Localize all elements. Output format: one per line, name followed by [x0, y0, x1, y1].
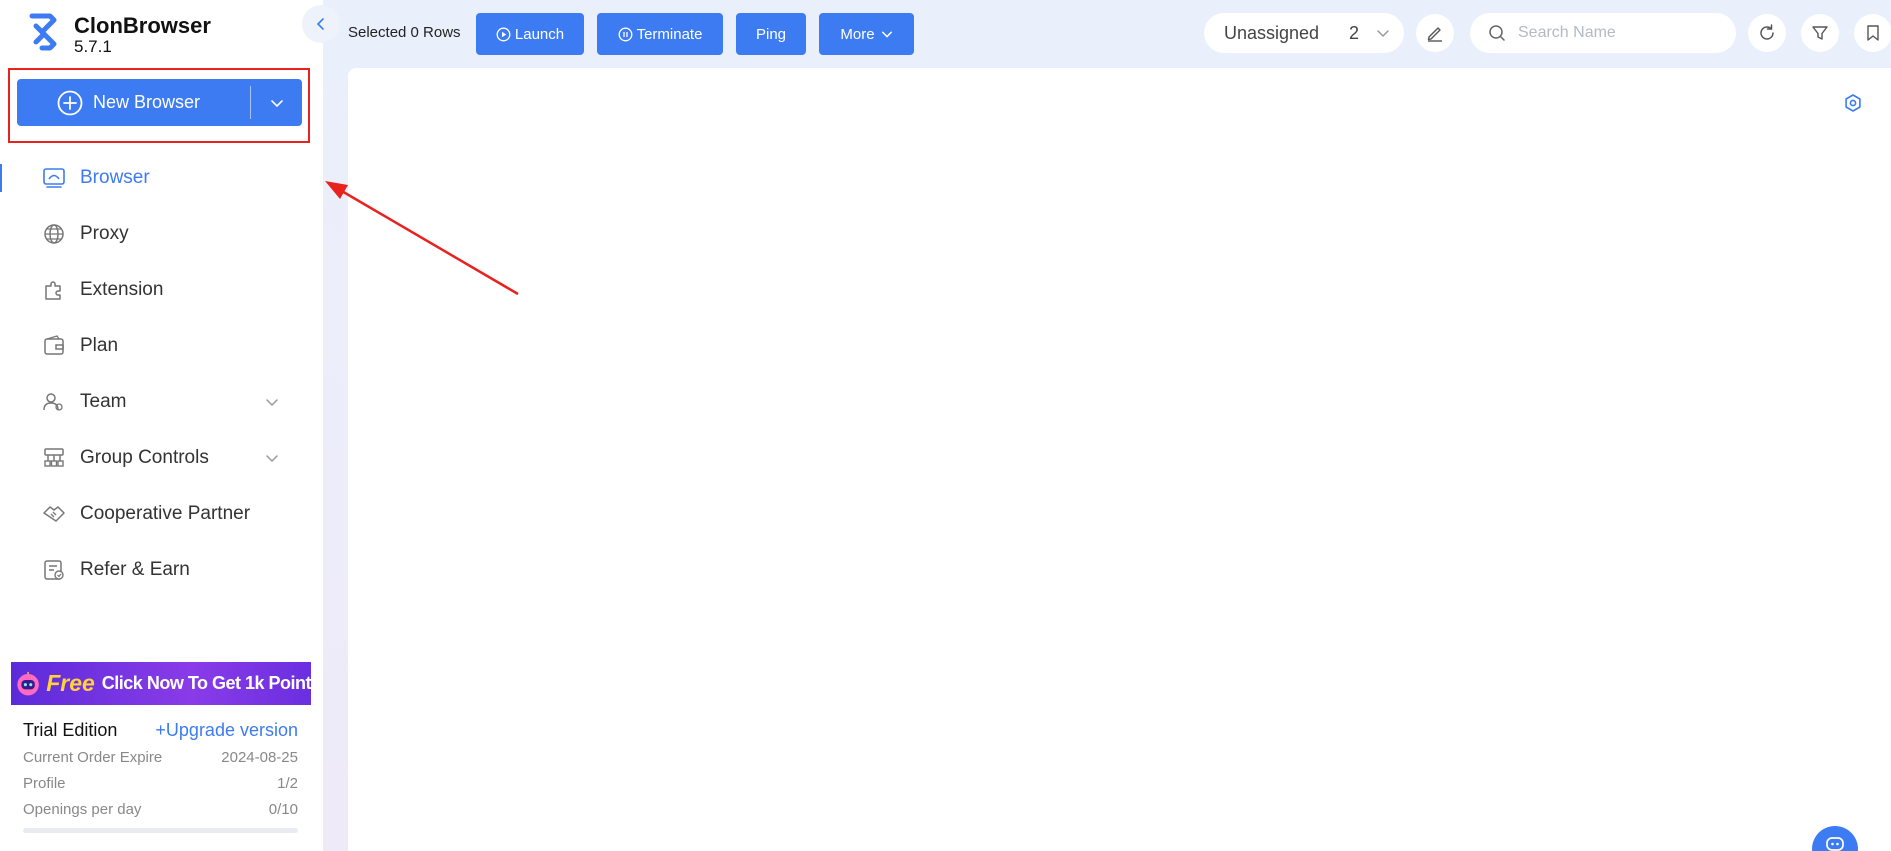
sidebar-item-label: Extension	[80, 279, 164, 300]
upgrade-version-link[interactable]: +Upgrade version	[155, 720, 298, 741]
plan-info-panel: Trial Edition +Upgrade version Current O…	[23, 720, 298, 833]
refer-earn-icon	[44, 560, 64, 580]
app-logo: ClonBrowser 5.7.1	[28, 12, 211, 56]
search-box	[1470, 13, 1736, 53]
sidebar-item-extension[interactable]: Extension	[0, 262, 323, 318]
sidebar-item-group-controls[interactable]: Group Controls	[0, 430, 323, 486]
selected-rows-count: Selected 0 Rows	[348, 24, 461, 41]
plan-wallet-icon	[44, 335, 64, 355]
plan-row-profile: Profile 1/2	[23, 774, 298, 793]
team-icon	[43, 393, 63, 411]
app-name: ClonBrowser	[74, 13, 211, 38]
sidebar-item-label: Proxy	[80, 223, 129, 244]
plus-circle-icon	[57, 90, 83, 115]
robot-mascot-icon	[17, 671, 39, 695]
new-browser-dropdown[interactable]	[251, 79, 302, 126]
terminate-label: Terminate	[636, 25, 703, 43]
plan-edition-title: Trial Edition	[23, 720, 118, 740]
plan-row-value: 0/10	[268, 801, 298, 818]
filter-icon	[1812, 26, 1828, 40]
sidebar-item-label: Group Controls	[80, 447, 209, 468]
promo-free-label: Free	[46, 670, 95, 696]
more-button[interactable]: More	[819, 13, 914, 55]
pause-circle-icon	[618, 27, 633, 41]
chevron-down-icon	[1377, 30, 1389, 38]
sidebar-item-label: Refer & Earn	[80, 559, 190, 580]
ping-button[interactable]: Ping	[736, 13, 806, 55]
collapse-sidebar-button[interactable]	[302, 5, 340, 43]
sidebar: ClonBrowser 5.7.1 New Browser Browser Pr…	[0, 0, 323, 851]
sidebar-item-browser[interactable]: Browser	[0, 150, 323, 206]
edit-group-button[interactable]	[1416, 14, 1454, 52]
group-select[interactable]: Unassigned 2	[1204, 13, 1404, 53]
sidebar-item-plan[interactable]: Plan	[0, 318, 323, 374]
new-browser-button[interactable]: New Browser	[17, 79, 302, 126]
plan-row-label: Current Order Expire	[23, 749, 163, 766]
search-name-input[interactable]	[1518, 24, 1718, 42]
plan-row-label: Profile	[23, 775, 66, 792]
more-label: More	[840, 25, 875, 43]
openings-progress-bar	[23, 828, 298, 833]
group-select-value: Unassigned	[1224, 22, 1320, 43]
search-icon	[1489, 25, 1505, 41]
chevron-down-icon	[266, 399, 278, 407]
chevron-left-icon	[316, 18, 324, 30]
toolbar: Selected 0 Rows Launch Terminate Ping Mo…	[323, 0, 1891, 66]
handshake-icon	[43, 506, 65, 522]
sidebar-item-refer-earn[interactable]: Refer & Earn	[0, 542, 323, 598]
plan-row-label: Openings per day	[23, 801, 142, 818]
chevron-down-icon	[270, 99, 283, 107]
browser-list-panel	[348, 68, 1891, 851]
app-version: 5.7.1	[74, 37, 112, 56]
filter-button[interactable]	[1801, 14, 1839, 52]
bookmark-button[interactable]	[1854, 14, 1891, 52]
sidebar-nav: Browser Proxy Extension Plan Team Group …	[0, 150, 323, 598]
new-browser-label: New Browser	[92, 92, 201, 112]
terminate-button[interactable]: Terminate	[597, 13, 723, 55]
plan-row-expire: Current Order Expire 2024-08-25	[23, 748, 298, 767]
plan-row-value: 2024-08-25	[221, 749, 298, 766]
chevron-down-icon	[266, 455, 278, 463]
clonbrowser-logo-icon	[29, 13, 57, 51]
column-settings-icon[interactable]	[1843, 93, 1863, 113]
sidebar-item-team[interactable]: Team	[0, 374, 323, 430]
sidebar-item-label: Cooperative Partner	[80, 503, 251, 524]
group-controls-icon	[44, 448, 64, 467]
group-count: 2	[1349, 22, 1360, 43]
refresh-button[interactable]	[1748, 14, 1786, 52]
extension-puzzle-icon	[45, 281, 61, 300]
refresh-icon	[1760, 24, 1774, 40]
promo-banner[interactable]: Free Click Now To Get 1k Point	[11, 662, 311, 705]
chevron-down-icon	[881, 31, 892, 38]
new-browser-main[interactable]: New Browser	[17, 79, 250, 126]
sidebar-item-label: Plan	[80, 335, 119, 356]
ping-label: Ping	[755, 25, 787, 43]
edit-pencil-icon	[1427, 27, 1442, 42]
chat-bot-icon	[1826, 837, 1844, 851]
proxy-globe-icon	[44, 224, 64, 244]
bookmark-icon	[1867, 25, 1879, 41]
sidebar-item-label: Team	[80, 391, 127, 412]
browser-icon	[43, 168, 65, 188]
launch-button[interactable]: Launch	[476, 13, 584, 55]
plan-row-openings: Openings per day 0/10	[23, 800, 298, 819]
launch-label: Launch	[514, 25, 565, 43]
sidebar-item-cooperative-partner[interactable]: Cooperative Partner	[0, 486, 323, 542]
sidebar-item-label: Browser	[80, 167, 150, 188]
plan-row-value: 1/2	[277, 775, 298, 792]
sidebar-item-proxy[interactable]: Proxy	[0, 206, 323, 262]
play-circle-icon	[496, 27, 511, 41]
promo-text: Click Now To Get 1k Point	[101, 673, 311, 693]
